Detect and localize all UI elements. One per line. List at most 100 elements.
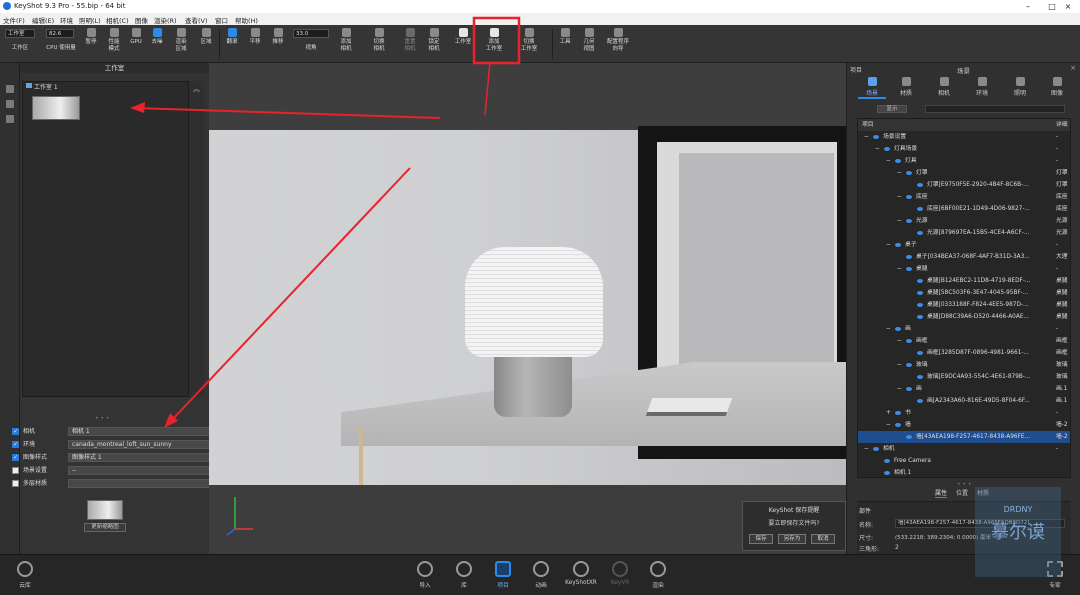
studio-button[interactable]: 工作室 xyxy=(451,27,475,61)
tree-row[interactable]: 桌腿[B124EBC2-11D8-4719-8EDF-... 桌腿 xyxy=(858,275,1070,287)
visibility-eye-icon[interactable] xyxy=(906,255,912,259)
tab-scene[interactable]: 场景 xyxy=(858,77,886,99)
tree-row[interactable]: − 画 画.1 xyxy=(858,383,1070,395)
tree-row[interactable]: − 光源 光源 xyxy=(858,215,1070,227)
visibility-eye-icon[interactable] xyxy=(873,135,879,139)
region-button[interactable]: 区域 xyxy=(196,27,216,61)
visibility-eye-icon[interactable] xyxy=(917,207,923,211)
menu-render[interactable]: 渲染(R) xyxy=(154,15,177,25)
tree-row[interactable]: 墙[43AEA198-F257-4617-8438-A96FE... 墙-2 xyxy=(858,431,1070,443)
menu-view[interactable]: 查看(V) xyxy=(185,15,208,25)
tree-expand-icon[interactable]: + xyxy=(886,407,891,419)
tree-expand-icon[interactable]: − xyxy=(897,167,902,179)
dolly-button[interactable]: 推移 xyxy=(268,27,288,61)
tab-position[interactable]: 位置 xyxy=(956,488,968,497)
tree-row[interactable]: 桌子[034BEA37-068F-4AF7-B31D-3A3... 大理 xyxy=(858,251,1070,263)
cpu-value-input[interactable]: 82.6 xyxy=(46,29,74,38)
visibility-eye-icon[interactable] xyxy=(906,171,912,175)
visibility-eye-icon[interactable] xyxy=(917,315,923,319)
lock-camera-button[interactable]: 锁定 相机 xyxy=(422,27,446,61)
tree-row[interactable]: − 墙 墙-2 xyxy=(858,419,1070,431)
tree-row[interactable]: − 灯罩 灯罩 xyxy=(858,167,1070,179)
tree-row[interactable]: − 灯具 - xyxy=(858,155,1070,167)
visibility-eye-icon[interactable] xyxy=(917,303,923,307)
visibility-eye-icon[interactable] xyxy=(895,411,901,415)
visibility-eye-icon[interactable] xyxy=(884,147,890,151)
menu-edit[interactable]: 编辑(E) xyxy=(32,15,54,25)
tab-properties[interactable]: 属性 xyxy=(935,488,948,498)
tree-row[interactable]: − 画 - xyxy=(858,323,1070,335)
panel-close-icon[interactable]: × xyxy=(1070,64,1076,72)
add-studio-button[interactable]: 添加 工作室 xyxy=(480,27,508,61)
visibility-eye-icon[interactable] xyxy=(906,363,912,367)
render-viewport[interactable]: KeyShot 保存提醒 要立即保存文件吗? 保存 另存为 取消 xyxy=(209,63,846,554)
camera-select[interactable]: 相机 1 xyxy=(68,427,210,436)
tree-row[interactable]: − 画框 画框 xyxy=(858,335,1070,347)
switch-studio-button[interactable]: 切换 工作室 xyxy=(515,27,543,61)
visibility-eye-icon[interactable] xyxy=(906,435,912,439)
tab-image[interactable]: 图像 xyxy=(1043,77,1071,99)
visibility-eye-icon[interactable] xyxy=(906,387,912,391)
cancel-button[interactable]: 取消 xyxy=(811,534,835,544)
tools-button[interactable]: 工具 xyxy=(555,27,575,61)
pan-button[interactable]: 平移 xyxy=(245,27,265,61)
studio-list-icon[interactable] xyxy=(6,85,14,93)
panel-resize-handle[interactable]: • • • xyxy=(957,481,971,488)
tree-row[interactable]: 桌腿[D88C39A6-D520-4466-A0AE... 桌腿 xyxy=(858,311,1070,323)
workspace-select[interactable]: 工作室 xyxy=(5,29,35,38)
visibility-eye-icon[interactable] xyxy=(895,159,901,163)
settings-gear-icon[interactable] xyxy=(6,115,14,123)
visibility-eye-icon[interactable] xyxy=(906,339,912,343)
visibility-eye-icon[interactable] xyxy=(917,279,923,283)
reset-camera-button[interactable]: 重置 相机 xyxy=(398,27,422,61)
menu-lighting[interactable]: 照明(L) xyxy=(79,15,101,25)
environment-select[interactable]: canada_montreal_loft_sun_sunny xyxy=(68,440,210,449)
tree-row[interactable]: − 桌腿 - xyxy=(858,263,1070,275)
image-style-select[interactable]: 图像样式 1 xyxy=(68,453,210,462)
gpu-button[interactable]: GPU xyxy=(127,27,145,61)
visibility-eye-icon[interactable] xyxy=(884,459,890,463)
visibility-eye-icon[interactable] xyxy=(884,471,890,475)
tree-expand-icon[interactable]: − xyxy=(897,215,902,227)
tumble-button[interactable]: 翻滚 xyxy=(222,27,242,61)
render-button[interactable]: 渲染 xyxy=(643,558,673,592)
tree-row[interactable]: − 灯具场景 - xyxy=(858,143,1070,155)
tree-row[interactable]: 画[A2343A60-816E-49D5-8F04-6F... 画.1 xyxy=(858,395,1070,407)
studio-item[interactable]: 工作室 1 xyxy=(23,82,188,91)
tree-row[interactable]: − 桌子 - xyxy=(858,239,1070,251)
menu-image[interactable]: 图像 xyxy=(135,15,148,25)
tree-row[interactable]: 画框[3285D87F-0896-4981-9661-... 画框 xyxy=(858,347,1070,359)
tree-row[interactable]: 灯罩[E9750F5E-2920-4B4F-8C6B-... 灯罩 xyxy=(858,179,1070,191)
collapse-chevron-icon[interactable]: ︽ xyxy=(193,84,200,94)
tree-expand-icon[interactable]: − xyxy=(886,323,891,335)
visibility-eye-icon[interactable] xyxy=(906,195,912,199)
environment-checkbox[interactable]: ✓ xyxy=(12,441,19,448)
close-button[interactable]: × xyxy=(1056,0,1080,13)
tree-row[interactable]: − 场景设置 - xyxy=(858,131,1070,143)
visibility-eye-icon[interactable] xyxy=(895,423,901,427)
tree-expand-icon[interactable]: − xyxy=(886,155,891,167)
visibility-eye-icon[interactable] xyxy=(917,375,923,379)
visibility-eye-icon[interactable] xyxy=(917,291,923,295)
tree-row[interactable]: + 书 - xyxy=(858,407,1070,419)
cloud-library-button[interactable]: 云库 xyxy=(10,558,40,592)
menu-window[interactable]: 窗口 xyxy=(215,15,228,25)
tree-expand-icon[interactable]: − xyxy=(886,239,891,251)
tree-row[interactable]: 桌腿[58C503F6-3E47-4045-95BF-... 桌腿 xyxy=(858,287,1070,299)
save-as-button[interactable]: 另存为 xyxy=(778,534,806,544)
visibility-eye-icon[interactable] xyxy=(895,327,901,331)
tree-expand-icon[interactable]: − xyxy=(875,143,880,155)
tree-expand-icon[interactable]: − xyxy=(897,383,902,395)
add-camera-button[interactable]: 添加 相机 xyxy=(334,27,358,61)
tree-row[interactable]: − 底座 底座 xyxy=(858,191,1070,203)
tab-lighting[interactable]: 照明 xyxy=(1006,77,1034,99)
studio-list-scrollbar[interactable]: ︽ xyxy=(189,81,204,397)
keyshotxr-button[interactable]: KeyShotXR xyxy=(564,558,598,592)
tree-expand-icon[interactable]: − xyxy=(864,443,869,455)
tree-expand-icon[interactable]: − xyxy=(897,263,902,275)
document-icon[interactable] xyxy=(6,100,14,108)
scene-settings-select[interactable]: -- xyxy=(68,466,210,475)
tree-row[interactable]: 相机 1 xyxy=(858,467,1070,477)
menu-help[interactable]: 帮助(H) xyxy=(235,15,258,25)
visibility-eye-icon[interactable] xyxy=(906,219,912,223)
